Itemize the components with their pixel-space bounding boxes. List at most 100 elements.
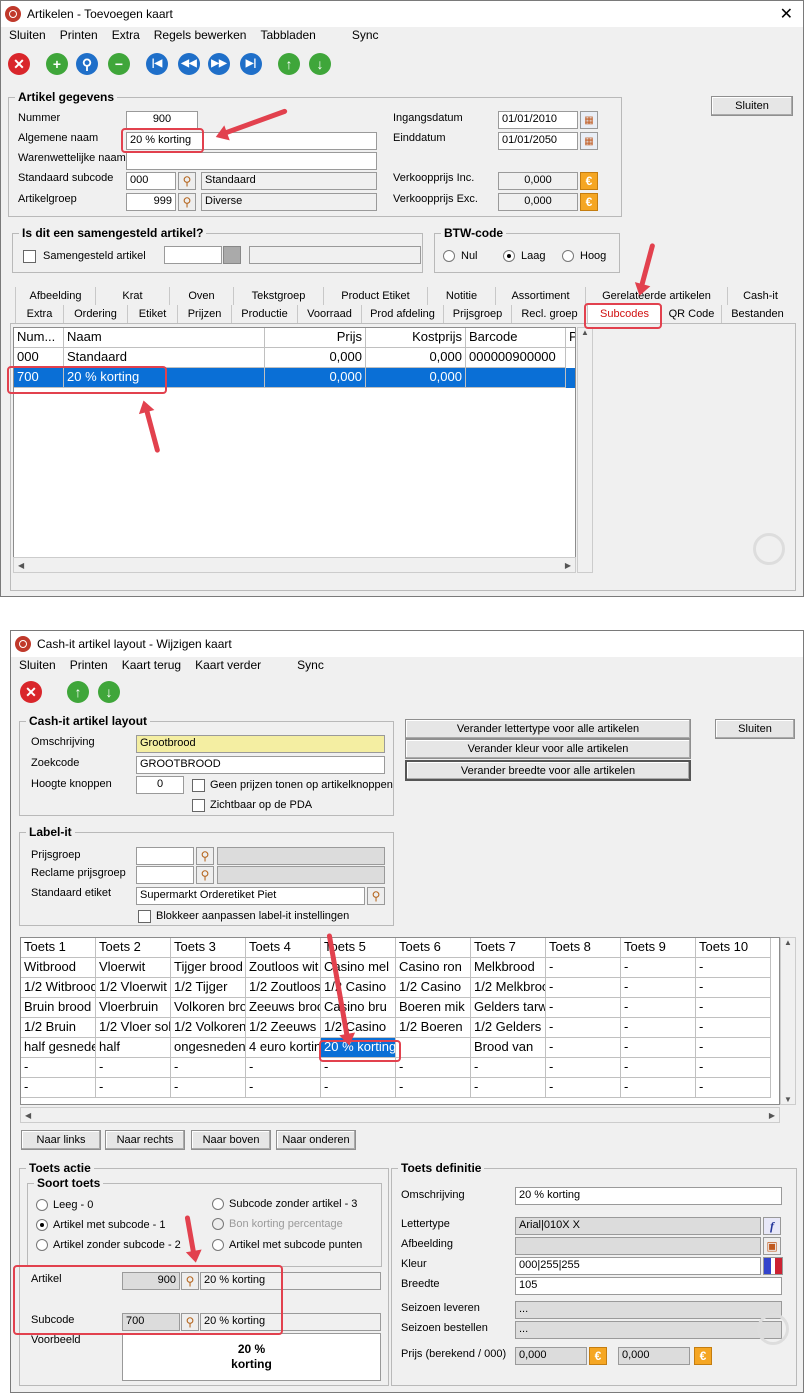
tab-prijsgroep[interactable]: Prijsgroep bbox=[443, 305, 511, 323]
grid-cell[interactable]: - bbox=[621, 1018, 696, 1038]
grid-cell[interactable]: Vloerbruin bbox=[96, 998, 171, 1018]
column-header[interactable]: Toets 4 bbox=[246, 938, 321, 958]
subcode-field[interactable]: 000 bbox=[126, 172, 176, 190]
menu-tabbladen[interactable]: Tabbladen bbox=[260, 28, 315, 46]
samengesteld-field[interactable] bbox=[164, 246, 222, 264]
grid-cell[interactable]: 1/2 Volkoren bbox=[171, 1018, 246, 1038]
grid-cell[interactable]: - bbox=[171, 1078, 246, 1098]
table-cell[interactable]: 0,000 bbox=[265, 348, 366, 368]
euro-icon[interactable]: € bbox=[694, 1347, 712, 1365]
grid-cell[interactable]: - bbox=[546, 1038, 621, 1058]
breedte-field[interactable]: 105 bbox=[515, 1277, 782, 1295]
artikel-met-subcode-punten-radio[interactable] bbox=[212, 1239, 224, 1251]
grid-cell[interactable]: - bbox=[621, 1058, 696, 1078]
menu-sync[interactable]: Sync bbox=[297, 658, 324, 676]
last-record-icon[interactable]: ▶| bbox=[240, 53, 262, 75]
warenwet-field[interactable] bbox=[126, 152, 377, 170]
grid-cell[interactable]: Melkbrood bbox=[471, 958, 546, 978]
tab-prod-afdeling[interactable]: Prod afdeling bbox=[361, 305, 443, 323]
etiket-search-icon[interactable]: ⚲ bbox=[367, 887, 385, 905]
tab-prijzen[interactable]: Prijzen bbox=[177, 305, 231, 323]
tab-extra[interactable]: Extra bbox=[15, 305, 63, 323]
first-record-icon[interactable]: |◀ bbox=[146, 53, 168, 75]
naar-onderen-button[interactable]: Naar onderen bbox=[276, 1130, 356, 1150]
remove-icon[interactable]: − bbox=[108, 53, 130, 75]
arrow-down-icon[interactable]: ↓ bbox=[309, 53, 331, 75]
grid-cell[interactable]: - bbox=[21, 1078, 96, 1098]
image-icon[interactable]: ▣ bbox=[763, 1237, 781, 1255]
menu-printen[interactable]: Printen bbox=[70, 658, 108, 676]
zoekcode-field[interactable]: GROOTBROOD bbox=[136, 756, 385, 774]
artikel-met-subcode-radio[interactable] bbox=[36, 1219, 48, 1231]
grid-cell[interactable]: - bbox=[96, 1058, 171, 1078]
btw-nul-radio[interactable] bbox=[443, 250, 455, 262]
column-header[interactable]: Toets 3 bbox=[171, 938, 246, 958]
grid-cell[interactable]: - bbox=[246, 1078, 321, 1098]
close-icon[interactable]: ✕ bbox=[780, 4, 793, 24]
grid-cell[interactable]: Casino ron bbox=[396, 958, 471, 978]
grid-cell[interactable]: - bbox=[546, 998, 621, 1018]
grid-cell[interactable]: - bbox=[696, 1078, 771, 1098]
grid-cell[interactable]: - bbox=[696, 1018, 771, 1038]
table-cell[interactable]: 000 bbox=[14, 348, 64, 368]
grid-cell[interactable]: - bbox=[321, 1078, 396, 1098]
naar-links-button[interactable]: Naar links bbox=[21, 1130, 101, 1150]
column-header[interactable]: Toets 1 bbox=[21, 938, 96, 958]
tab-oven[interactable]: Oven bbox=[169, 287, 233, 305]
verander-lettertype-button[interactable]: Verander lettertype voor alle artikelen bbox=[405, 719, 691, 739]
btw-laag-radio[interactable] bbox=[503, 250, 515, 262]
grid-cell[interactable]: Boeren mik bbox=[396, 998, 471, 1018]
ingangsdatum-field[interactable]: 01/01/2010 bbox=[498, 111, 578, 129]
euro-icon[interactable]: € bbox=[580, 193, 598, 211]
menu-kaart-terug[interactable]: Kaart terug bbox=[122, 658, 181, 676]
prijs-field-2[interactable]: 0,000 bbox=[618, 1347, 690, 1365]
tab-krat[interactable]: Krat bbox=[95, 287, 169, 305]
grid-cell[interactable]: Vloerwit bbox=[96, 958, 171, 978]
grid-cell[interactable]: 1/2 Zeeuws bbox=[246, 1018, 321, 1038]
grid-cell[interactable]: Volkoren brood bbox=[171, 998, 246, 1018]
einddatum-field[interactable]: 01/01/2050 bbox=[498, 132, 578, 150]
grid-cell[interactable]: - bbox=[696, 998, 771, 1018]
column-header[interactable]: Toets 9 bbox=[621, 938, 696, 958]
column-header[interactable]: Toets 7 bbox=[471, 938, 546, 958]
grid-cell[interactable]: - bbox=[546, 1058, 621, 1078]
geen-prijzen-checkbox[interactable] bbox=[192, 779, 205, 792]
scroll-right-icon[interactable]: ▶ bbox=[565, 561, 571, 570]
zichtbaar-pda-checkbox[interactable] bbox=[192, 799, 205, 812]
scrollbar-vertical[interactable]: ▲ bbox=[577, 327, 593, 573]
grid-cell[interactable]: - bbox=[546, 978, 621, 998]
add-icon[interactable]: + bbox=[46, 53, 68, 75]
artikelgroep-field[interactable]: 999 bbox=[126, 193, 176, 211]
grid-cell[interactable]: - bbox=[171, 1058, 246, 1078]
tab-notitie[interactable]: Notitie bbox=[427, 287, 495, 305]
table-cell[interactable]: 0,000 bbox=[265, 368, 366, 388]
column-header[interactable]: Num... bbox=[14, 328, 64, 348]
grid-cell[interactable]: - bbox=[96, 1078, 171, 1098]
grid-cell[interactable]: - bbox=[621, 978, 696, 998]
grid-cell[interactable]: 1/2 Melkbrood bbox=[471, 978, 546, 998]
tab-etiket[interactable]: Etiket bbox=[127, 305, 177, 323]
verander-kleur-button[interactable]: Verander kleur voor alle artikelen bbox=[405, 739, 691, 759]
grid-cell[interactable]: 1/2 Zoutloos bbox=[246, 978, 321, 998]
menu-extra[interactable]: Extra bbox=[112, 28, 140, 46]
kleur-field[interactable]: 000|255|255 bbox=[515, 1257, 761, 1275]
sluiten-button[interactable]: Sluiten bbox=[711, 96, 793, 116]
table-cell[interactable]: 000000900000 bbox=[466, 348, 566, 368]
grid-cell[interactable]: 4 euro korting bbox=[246, 1038, 321, 1058]
omschrijving-field[interactable]: Grootbrood bbox=[136, 735, 385, 753]
column-header[interactable]: Toets 10 bbox=[696, 938, 771, 958]
btw-hoog-radio[interactable] bbox=[562, 250, 574, 262]
column-header[interactable]: Toets 2 bbox=[96, 938, 171, 958]
subcodes-grid[interactable]: Num... Naam Prijs Kostprijs Barcode P 00… bbox=[13, 327, 576, 573]
euro-icon[interactable]: € bbox=[589, 1347, 607, 1365]
grid-cell[interactable]: Zoutloos wit bbox=[246, 958, 321, 978]
grid-cell[interactable]: 1/2 Casino bbox=[321, 978, 396, 998]
toets-grid[interactable]: Toets 1 Toets 2 Toets 3 Toets 4 Toets 5 Toets… bbox=[20, 937, 780, 1105]
seizoen-leveren-field[interactable]: ... bbox=[515, 1301, 782, 1319]
tab-recl-groep[interactable]: Recl. groep bbox=[511, 305, 587, 323]
grid-cell[interactable]: 1/2 Gelders bbox=[471, 1018, 546, 1038]
next-record-icon[interactable]: ▶▶ bbox=[208, 53, 230, 75]
column-header[interactable]: Kostprijs bbox=[366, 328, 466, 348]
color-picker-icon[interactable] bbox=[763, 1257, 783, 1275]
blokkeer-checkbox[interactable] bbox=[138, 910, 151, 923]
